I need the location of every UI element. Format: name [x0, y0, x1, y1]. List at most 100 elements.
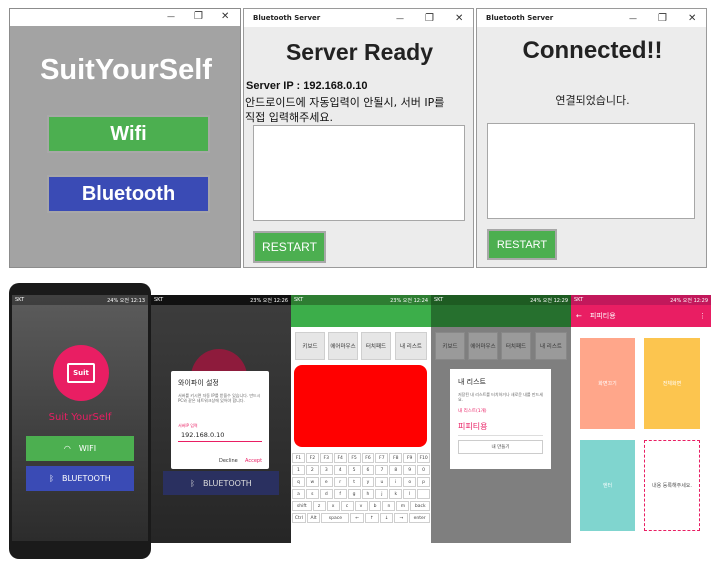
- key[interactable]: y: [361, 477, 375, 487]
- maximize-button[interactable]: ❐: [425, 14, 434, 24]
- key[interactable]: 8: [389, 465, 403, 475]
- key[interactable]: [417, 489, 431, 499]
- key[interactable]: F5: [347, 453, 361, 463]
- key[interactable]: shift: [292, 501, 312, 511]
- connected-message: 연결되었습니다.: [555, 94, 630, 107]
- status-right: 23% 오전 12:24: [390, 297, 428, 304]
- bluetooth-button[interactable]: Bluetooth: [47, 175, 210, 213]
- tab-air-mouse[interactable]: 에어마우스: [468, 332, 498, 360]
- tab-keyboard[interactable]: 키보드: [435, 332, 465, 360]
- restart-button[interactable]: RESTART: [253, 231, 326, 263]
- tab-touchpad[interactable]: 터치패드: [501, 332, 531, 360]
- more-vert-icon[interactable]: ⋮: [699, 312, 706, 320]
- key[interactable]: u: [375, 477, 389, 487]
- key[interactable]: 7: [375, 465, 389, 475]
- key[interactable]: F6: [361, 453, 375, 463]
- key[interactable]: 9: [403, 465, 417, 475]
- key[interactable]: ↑: [365, 513, 379, 523]
- key[interactable]: l: [403, 489, 417, 499]
- key[interactable]: w: [305, 477, 319, 487]
- key[interactable]: →: [394, 513, 409, 523]
- key[interactable]: r: [333, 477, 347, 487]
- back-arrow-icon[interactable]: ←: [576, 312, 582, 320]
- key[interactable]: 6: [361, 465, 375, 475]
- maximize-button[interactable]: ❐: [658, 14, 667, 24]
- tile-screen-off[interactable]: 화면끄기: [580, 338, 635, 429]
- key[interactable]: F1: [292, 453, 305, 463]
- close-button[interactable]: ✕: [688, 14, 696, 24]
- key[interactable]: k: [389, 489, 403, 499]
- ip-input[interactable]: 192.168.0.10: [178, 429, 262, 442]
- key[interactable]: s: [305, 489, 319, 499]
- minimize-button[interactable]: —: [167, 12, 175, 22]
- tab-my-list[interactable]: 내 리스트: [395, 332, 427, 360]
- key[interactable]: z: [312, 501, 326, 511]
- wifi-icon: ◠: [63, 444, 71, 453]
- close-button[interactable]: ✕: [455, 14, 463, 24]
- key[interactable]: F9: [403, 453, 417, 463]
- create-list-button[interactable]: 내 만들기: [458, 440, 543, 454]
- tab-keyboard[interactable]: 키보드: [295, 332, 325, 360]
- key[interactable]: o: [403, 477, 417, 487]
- tab-my-list[interactable]: 내 리스트: [535, 332, 567, 360]
- key[interactable]: 1: [292, 465, 305, 475]
- log-text-area[interactable]: [253, 125, 465, 221]
- tile-enter[interactable]: 엔터: [580, 440, 635, 531]
- key[interactable]: F3: [319, 453, 333, 463]
- tile-empty-slot[interactable]: 내용 등록해주세요.: [644, 440, 700, 531]
- key[interactable]: Ctrl: [292, 513, 306, 523]
- key[interactable]: F4: [333, 453, 347, 463]
- bluetooth-button[interactable]: ᛒ BLUETOOTH: [163, 471, 279, 495]
- key[interactable]: g: [347, 489, 361, 499]
- key[interactable]: back: [410, 501, 431, 511]
- key[interactable]: 5: [347, 465, 361, 475]
- touchpad-area[interactable]: [294, 365, 427, 447]
- key[interactable]: ←: [350, 513, 365, 523]
- key[interactable]: v: [354, 501, 368, 511]
- wifi-button[interactable]: ◠ WIFI: [26, 436, 134, 461]
- tab-air-mouse[interactable]: 에어마우스: [328, 332, 358, 360]
- minimize-button[interactable]: —: [396, 14, 404, 24]
- key[interactable]: ↓: [379, 513, 394, 523]
- wifi-button[interactable]: Wifi: [47, 115, 210, 153]
- close-button[interactable]: ✕: [221, 12, 229, 22]
- key[interactable]: f: [333, 489, 347, 499]
- key[interactable]: F2: [305, 453, 319, 463]
- key[interactable]: 0: [417, 465, 431, 475]
- bluetooth-button[interactable]: ᛒ BLUETOOTH: [26, 466, 134, 491]
- key[interactable]: n: [382, 501, 396, 511]
- key[interactable]: e: [319, 477, 333, 487]
- key[interactable]: q: [292, 477, 305, 487]
- minimize-button[interactable]: —: [629, 14, 637, 24]
- log-text-area[interactable]: [487, 123, 695, 219]
- key[interactable]: enter: [409, 513, 430, 523]
- screen: SKT 24% 오전 12:13 Suit Suit YourSelf ◠ WIF…: [12, 295, 148, 541]
- key[interactable]: p: [417, 477, 431, 487]
- key[interactable]: F10: [417, 453, 431, 463]
- key[interactable]: c: [340, 501, 354, 511]
- key[interactable]: F7: [375, 453, 389, 463]
- key[interactable]: a: [292, 489, 305, 499]
- key[interactable]: b: [368, 501, 382, 511]
- key[interactable]: h: [361, 489, 375, 499]
- carrier-label: SKT: [294, 297, 304, 303]
- key[interactable]: x: [326, 501, 340, 511]
- key[interactable]: 3: [319, 465, 333, 475]
- key[interactable]: space: [321, 513, 350, 523]
- key[interactable]: Alt: [306, 513, 321, 523]
- restart-button[interactable]: RESTART: [487, 229, 557, 260]
- tab-touchpad[interactable]: 터치패드: [361, 332, 391, 360]
- key[interactable]: t: [347, 477, 361, 487]
- decline-button[interactable]: Decline: [219, 458, 238, 464]
- key[interactable]: j: [375, 489, 389, 499]
- accept-button[interactable]: Accept: [245, 458, 262, 464]
- maximize-button[interactable]: ❐: [194, 12, 203, 22]
- key[interactable]: i: [389, 477, 403, 487]
- tile-fullscreen[interactable]: 전체화면: [644, 338, 700, 429]
- key[interactable]: d: [319, 489, 333, 499]
- key[interactable]: F8: [389, 453, 403, 463]
- list-item[interactable]: 피피티용: [458, 421, 543, 436]
- key[interactable]: 4: [333, 465, 347, 475]
- key[interactable]: 2: [305, 465, 319, 475]
- key[interactable]: m: [396, 501, 410, 511]
